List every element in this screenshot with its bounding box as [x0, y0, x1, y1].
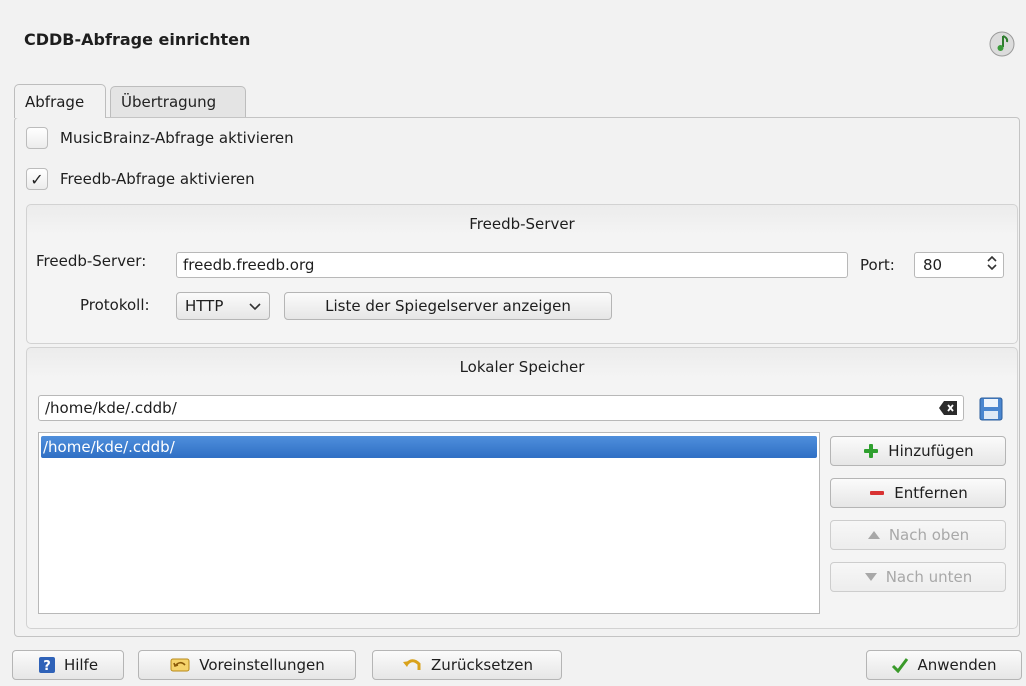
local-path-input[interactable]: /home/kde/.cddb/ — [38, 395, 964, 421]
freedb-checkbox[interactable]: ✓ — [26, 168, 48, 190]
floppy-disk-icon[interactable] — [978, 396, 1004, 426]
chevron-down-icon — [249, 297, 261, 315]
dialog-title: CDDB-Abfrage einrichten — [24, 30, 251, 49]
freedb-group-title: Freedb-Server — [469, 215, 575, 233]
apply-button-label: Anwenden — [917, 656, 997, 674]
freedb-server-label: Freedb-Server: — [36, 252, 147, 270]
local-path-value: /home/kde/.cddb/ — [45, 399, 177, 417]
freedb-server-input[interactable]: freedb.freedb.org — [176, 252, 848, 278]
reset-button[interactable]: Zurücksetzen — [372, 650, 562, 680]
apply-button[interactable]: Anwenden — [866, 650, 1022, 680]
musicbrainz-option[interactable]: MusicBrainz-Abfrage aktivieren — [26, 127, 294, 149]
help-icon: ? — [38, 656, 56, 674]
port-value: 80 — [923, 256, 943, 274]
checkmark-icon: ✓ — [30, 169, 44, 189]
port-label: Port: — [860, 256, 895, 274]
mirror-list-label: Liste der Spiegelserver anzeigen — [325, 297, 571, 315]
move-up-label: Nach oben — [888, 526, 970, 544]
defaults-button-label: Voreinstellungen — [199, 656, 325, 674]
freedb-option[interactable]: ✓ Freedb-Abfrage aktivieren — [26, 168, 255, 190]
plus-icon — [862, 442, 880, 460]
remove-button[interactable]: Entfernen — [830, 478, 1006, 508]
tab-abfrage[interactable]: Abfrage — [14, 84, 106, 118]
protocol-label: Protokoll: — [80, 296, 150, 314]
musicbrainz-label: MusicBrainz-Abfrage aktivieren — [60, 129, 294, 147]
add-button[interactable]: Hinzufügen — [830, 436, 1006, 466]
music-note-icon — [988, 30, 1016, 58]
clear-text-icon[interactable] — [938, 400, 958, 420]
minus-icon — [868, 484, 886, 502]
svg-text:?: ? — [43, 659, 51, 674]
tab-abfrage-label: Abfrage — [25, 92, 85, 111]
defaults-icon — [169, 656, 191, 674]
arrow-up-icon — [867, 530, 881, 540]
tab-uebertragung-label: Übertragung — [121, 93, 217, 111]
add-button-label: Hinzufügen — [888, 442, 974, 460]
move-down-button[interactable]: Nach unten — [830, 562, 1006, 592]
freedb-label: Freedb-Abfrage aktivieren — [60, 170, 255, 188]
protocol-value: HTTP — [185, 297, 224, 315]
defaults-button[interactable]: Voreinstellungen — [138, 650, 356, 680]
move-up-button[interactable]: Nach oben — [830, 520, 1006, 550]
check-icon — [891, 657, 909, 673]
musicbrainz-checkbox[interactable] — [26, 127, 48, 149]
arrow-down-icon — [864, 572, 878, 582]
reset-button-label: Zurücksetzen — [431, 656, 533, 674]
local-group-title: Lokaler Speicher — [459, 358, 585, 376]
port-spinbox[interactable]: 80 — [914, 252, 1004, 278]
help-button[interactable]: ? Hilfe — [12, 650, 124, 680]
remove-button-label: Entfernen — [894, 484, 968, 502]
protocol-combo[interactable]: HTTP — [176, 292, 270, 320]
spin-arrows-icon[interactable] — [987, 255, 997, 274]
list-item[interactable]: /home/kde/.cddb/ — [41, 436, 817, 458]
freedb-server-value: freedb.freedb.org — [183, 256, 315, 274]
undo-icon — [401, 656, 423, 674]
local-path-list[interactable]: /home/kde/.cddb/ — [38, 432, 820, 614]
mirror-list-button[interactable]: Liste der Spiegelserver anzeigen — [284, 292, 612, 320]
help-button-label: Hilfe — [63, 656, 99, 674]
tab-uebertragung[interactable]: Übertragung — [110, 86, 246, 117]
move-down-label: Nach unten — [885, 568, 973, 586]
